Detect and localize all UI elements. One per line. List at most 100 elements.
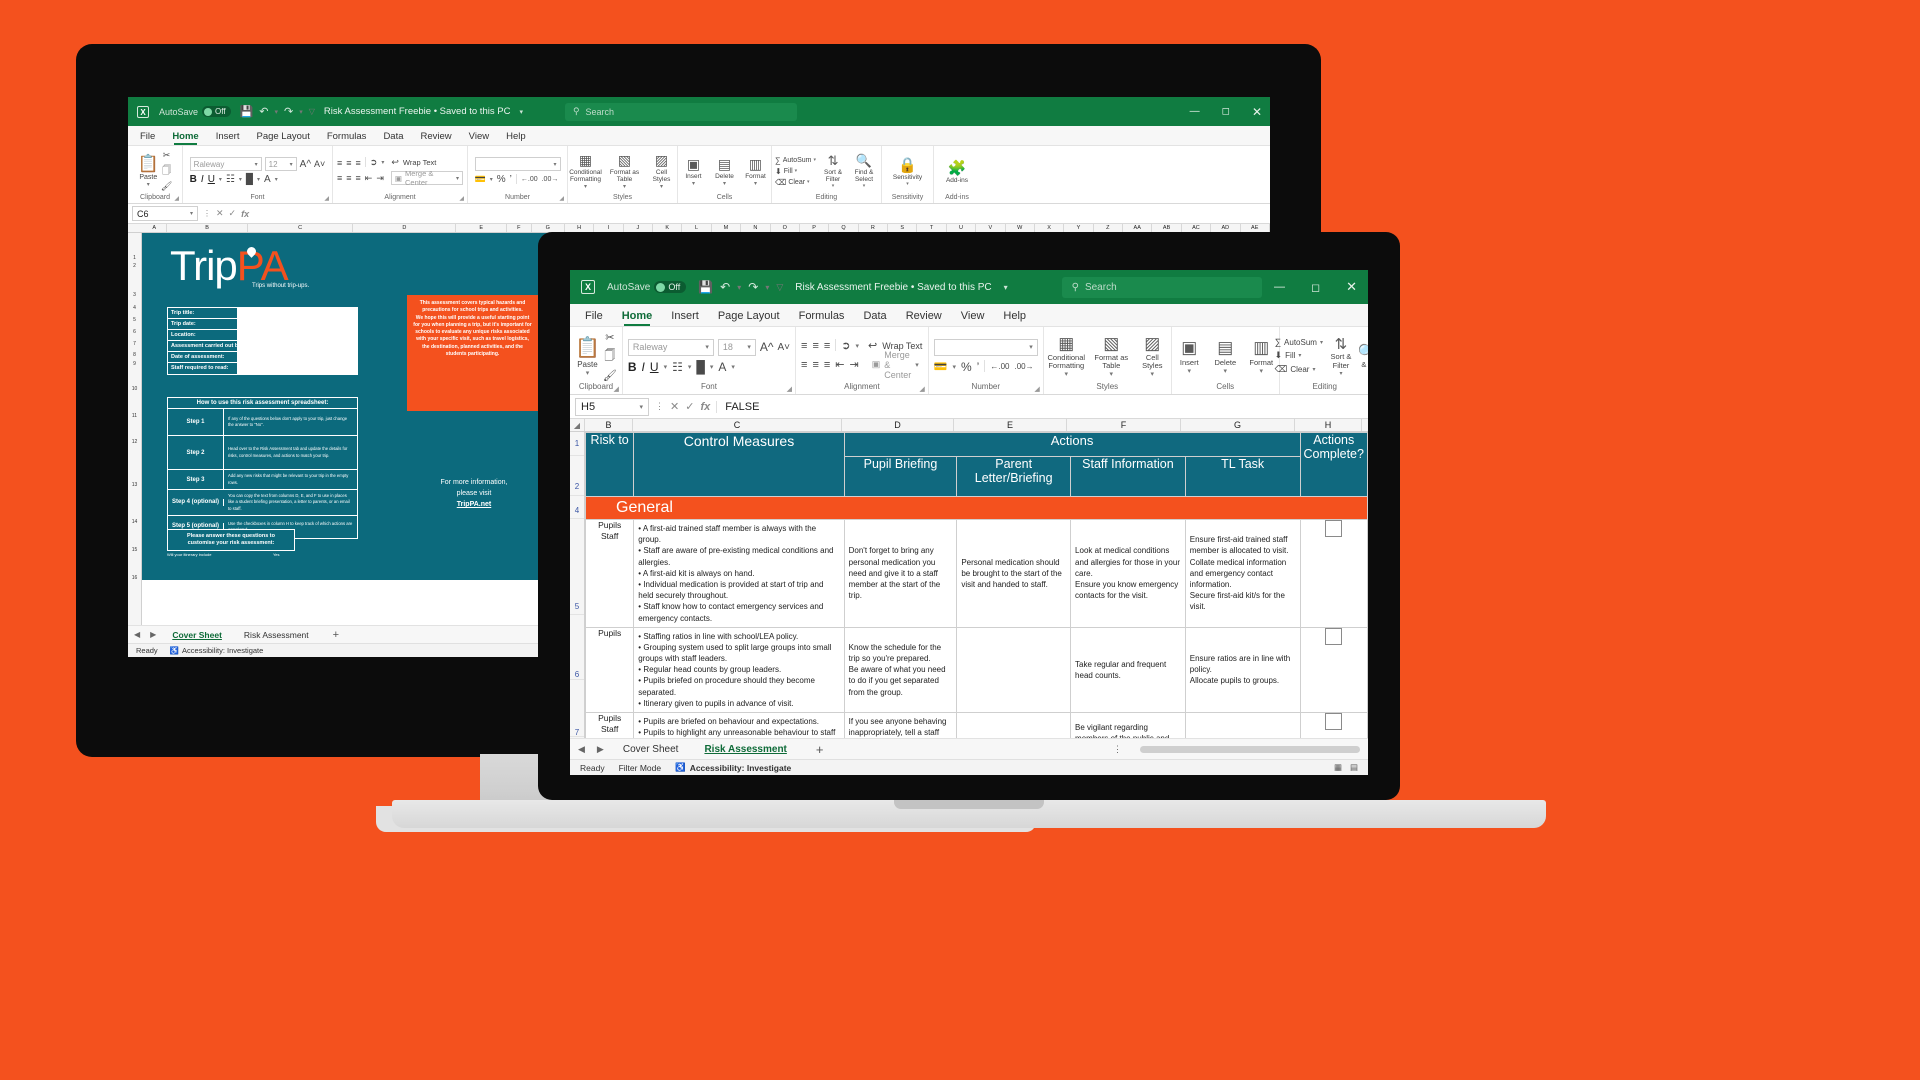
column-header[interactable]: P [799, 224, 830, 232]
normal-view-icon[interactable]: ▦ [1334, 762, 1342, 773]
row-header[interactable]: 6 [570, 615, 584, 680]
cell-actions-complete[interactable] [1299, 519, 1368, 628]
column-header[interactable]: X [1034, 224, 1065, 232]
cell-styles-chevron-icon[interactable]: ▾ [1151, 370, 1155, 378]
cancel-edit-icon[interactable]: ✕ [670, 400, 679, 413]
format-cells-button[interactable]: ▥ Format ▾ [1246, 338, 1276, 375]
decrease-indent-icon[interactable]: ⇤ [365, 173, 373, 184]
column-header[interactable]: E [954, 419, 1067, 431]
column-header[interactable]: AB [1152, 224, 1182, 232]
format-as-table-button[interactable]: ▧ Format as Table ▾ [1092, 334, 1130, 379]
percent-icon[interactable]: % [961, 360, 972, 374]
fill-color-icon[interactable]: █ [696, 360, 705, 374]
row-header[interactable]: 16 [128, 564, 141, 592]
format-cells-chevron-icon[interactable]: ▾ [1260, 367, 1264, 375]
column-header[interactable]: L [682, 224, 712, 232]
column-header[interactable]: C [247, 224, 354, 232]
column-header[interactable]: Y [1064, 224, 1094, 232]
wrap-text-icon[interactable]: ↩ [391, 157, 399, 168]
column-header[interactable]: H [1295, 419, 1362, 431]
number-format-select[interactable]: ▾ [474, 157, 561, 171]
column-header[interactable]: C [633, 419, 842, 431]
underline-chevron-icon[interactable]: ▾ [219, 176, 222, 183]
row-header[interactable]: 4 [570, 496, 584, 519]
redo-icon[interactable]: ↷ [748, 280, 758, 294]
format-painter-icon[interactable]: 🖌 [161, 181, 172, 192]
table-row[interactable]: Pupils Staff • A first-aid trained staff… [585, 519, 1368, 628]
row-header[interactable]: 14 [128, 508, 141, 536]
font-size-chevron-icon[interactable]: ▾ [747, 343, 751, 351]
alignment-dialog-launcher-icon[interactable]: ◢ [919, 385, 924, 393]
ribbon-tab-home[interactable]: Home [170, 128, 200, 145]
delete-cells-chevron-icon[interactable]: ▾ [1224, 367, 1228, 375]
column-header[interactable]: M [711, 224, 742, 232]
actions-complete-checkbox[interactable] [1325, 627, 1343, 645]
save-icon[interactable]: 💾 [698, 280, 713, 294]
font-name-input[interactable]: Raleway ▾ [189, 157, 262, 171]
bold-icon[interactable]: B [628, 360, 637, 374]
spreadsheet-grid-laptop[interactable]: 1 2 4 5 6 7 Risk to Control Measures Act… [570, 432, 1368, 738]
question-1-answer[interactable]: Yes [273, 552, 280, 557]
orientation-icon[interactable]: ➲ [841, 339, 850, 352]
font-name-chevron-icon[interactable]: ▾ [705, 343, 709, 351]
previous-sheet-icon[interactable]: ◀ [578, 744, 585, 755]
insert-cells-button[interactable]: ▣ Insert ▾ [681, 156, 707, 187]
bold-icon[interactable]: B [190, 174, 197, 185]
column-header[interactable]: Q [829, 224, 859, 232]
add-sheet-button[interactable]: + [816, 742, 824, 757]
column-header[interactable]: D [353, 224, 457, 232]
insert-function-icon[interactable]: fx [241, 209, 249, 219]
name-box-chevron-icon[interactable]: ▾ [639, 403, 643, 411]
document-title-chevron-icon[interactable]: ▾ [519, 108, 523, 116]
decrease-indent-icon[interactable]: ⇤ [835, 358, 844, 371]
column-header[interactable]: J [623, 224, 654, 232]
row-header[interactable]: 1 [570, 432, 584, 456]
borders-chevron-icon[interactable]: ▾ [239, 176, 242, 183]
comma-icon[interactable]: ’ [977, 360, 980, 374]
form-input[interactable] [238, 308, 357, 318]
font-size-input[interactable]: 12 ▾ [264, 157, 297, 171]
column-header[interactable]: AA [1123, 224, 1153, 232]
autosave-control[interactable]: AutoSave Off [607, 281, 687, 293]
merge-chevron-icon[interactable]: ▾ [456, 175, 459, 182]
form-input[interactable] [238, 319, 357, 329]
decrease-font-size-icon[interactable]: A˅ [314, 159, 325, 169]
actions-complete-checkbox[interactable] [1325, 713, 1343, 730]
redo-icon[interactable]: ↷ [284, 105, 293, 118]
column-header[interactable]: E [456, 224, 508, 232]
ribbon-tab-file[interactable]: File [138, 128, 157, 145]
add-sheet-button[interactable]: + [333, 629, 339, 641]
italic-icon[interactable]: I [642, 360, 645, 374]
orientation-chevron-icon[interactable]: ▾ [381, 159, 384, 166]
increase-font-size-icon[interactable]: A^ [760, 340, 774, 354]
column-header[interactable]: S [888, 224, 918, 232]
clipboard-dialog-launcher-icon[interactable]: ◢ [174, 195, 179, 202]
align-center-icon[interactable]: ≡ [346, 173, 351, 183]
insert-cells-chevron-icon[interactable]: ▾ [692, 180, 695, 187]
column-header[interactable]: AC [1181, 224, 1212, 232]
sort-filter-chevron-icon[interactable]: ▾ [1339, 370, 1342, 377]
sheet-tab-cover-sheet[interactable]: Cover Sheet [166, 630, 228, 640]
autosave-toggle[interactable]: Off [202, 106, 231, 117]
document-title[interactable]: Risk Assessment Freebie • Saved to this … [324, 106, 511, 117]
fill-chevron-icon[interactable]: ▾ [795, 168, 798, 174]
align-middle-icon[interactable]: ≡ [812, 340, 818, 352]
underline-chevron-icon[interactable]: ▾ [664, 363, 668, 371]
merge-center-button[interactable]: ▣ Merge & Center ▾ [867, 350, 923, 380]
sheet-tab-risk-assessment[interactable]: Risk Assessment [697, 744, 793, 755]
form-input[interactable] [238, 330, 357, 340]
delete-cells-chevron-icon[interactable]: ▾ [723, 180, 726, 187]
underline-icon[interactable]: U [650, 360, 659, 374]
increase-indent-icon[interactable]: ⇥ [376, 173, 384, 184]
minimize-button[interactable]: — [1190, 106, 1200, 117]
sort-filter-button[interactable]: ⇅ Sort & Filter ▾ [820, 153, 846, 189]
cell-styles-button[interactable]: ▨ Cell Styles ▾ [1136, 334, 1168, 379]
tab-options-icon[interactable]: ⋮ [1113, 744, 1122, 755]
currency-icon[interactable]: 💳 [934, 360, 948, 373]
fill-chevron-icon[interactable]: ▾ [1298, 352, 1301, 359]
cell-styles-button[interactable]: ▨ Cell Styles ▾ [647, 152, 677, 190]
paste-chevron-icon[interactable]: ▾ [147, 181, 150, 188]
borders-chevron-icon[interactable]: ▾ [688, 363, 692, 371]
column-header[interactable]: U [946, 224, 977, 232]
cancel-edit-icon[interactable]: ✕ [216, 208, 224, 219]
